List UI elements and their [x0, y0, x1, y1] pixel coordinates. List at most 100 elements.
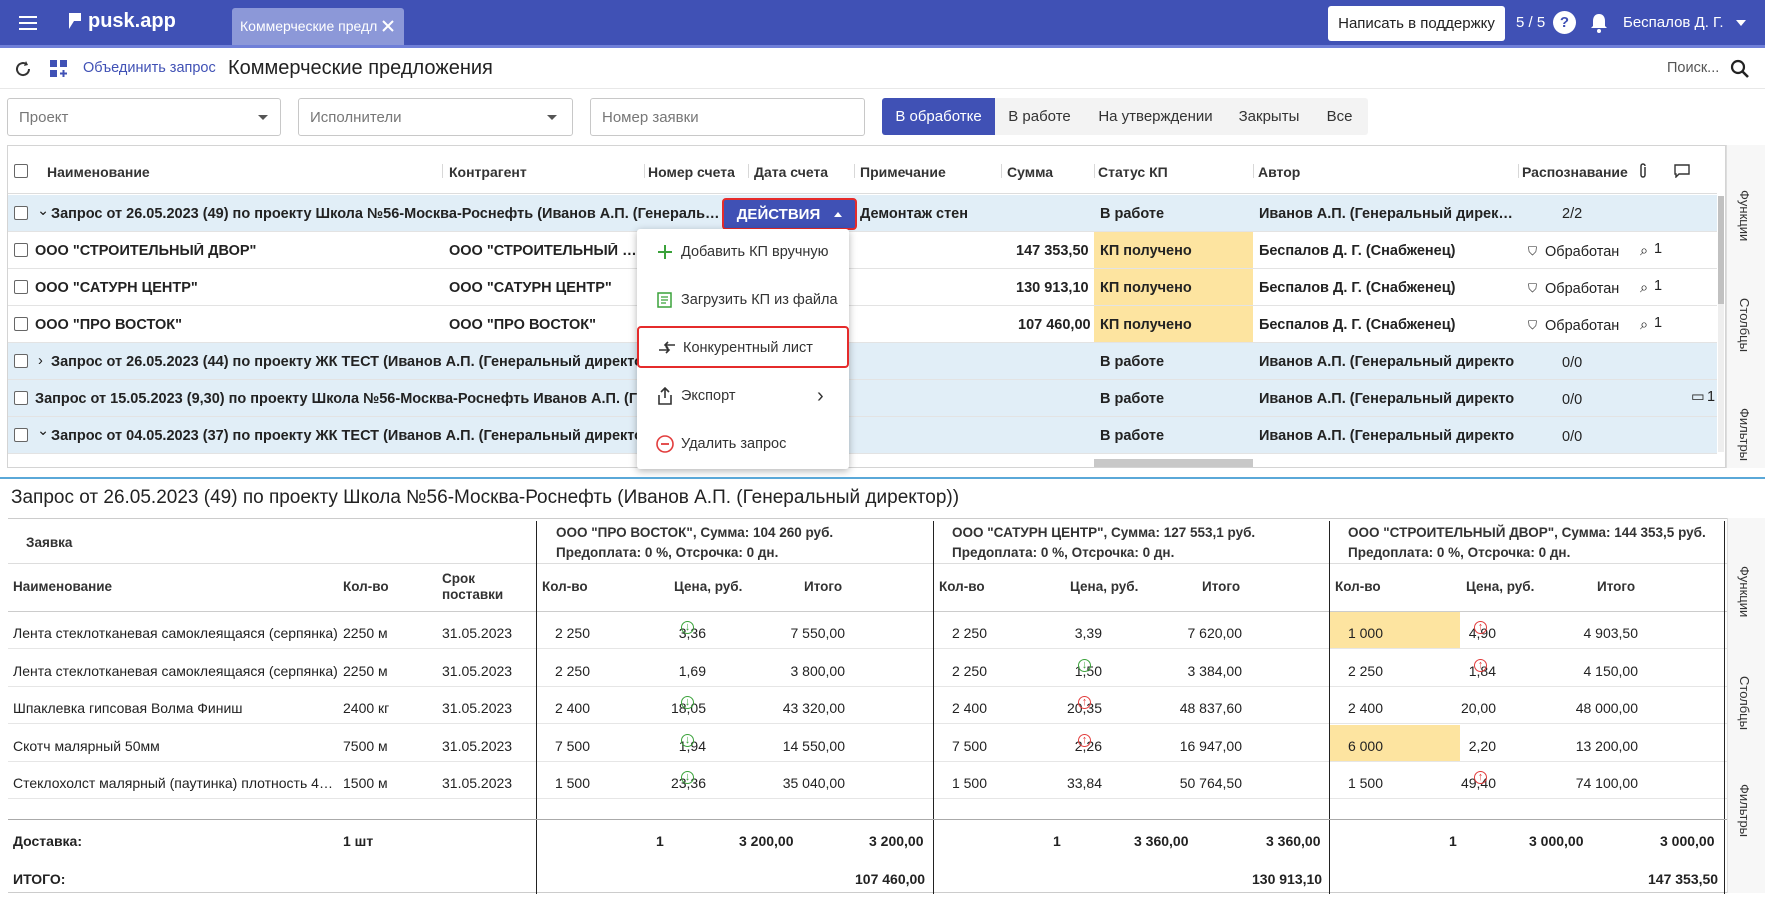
comment-icon[interactable]: ▭	[1691, 389, 1705, 405]
col-author[interactable]: Автор	[1258, 164, 1300, 180]
share-icon	[655, 386, 675, 406]
tab-label: Коммерческие предл	[240, 18, 378, 34]
col-invoice-date[interactable]: Дата счета	[754, 164, 828, 180]
expand-chevron-icon[interactable]: ›	[38, 353, 43, 369]
price-up-icon: ↑	[1474, 658, 1487, 672]
table-row[interactable]: ⌄ Запрос от 26.05.2023 (49) по проекту Ш…	[8, 195, 1717, 232]
row-note: Демонтаж стен	[860, 206, 968, 222]
row-name: Запрос от 26.05.2023 (44) по проекту ЖК …	[51, 354, 642, 370]
search-input[interactable]: Поиск...	[1667, 60, 1719, 76]
segment-in-processing[interactable]: В обработке	[882, 98, 995, 135]
menu-competitive-sheet[interactable]: Конкурентный лист	[637, 326, 849, 368]
segment-in-work[interactable]: В работе	[995, 98, 1084, 135]
table-row[interactable]: Стеклохолст малярный (паутинка) плотност…	[8, 762, 1727, 799]
col-recognition[interactable]: Распознавание	[1522, 164, 1628, 180]
expand-chevron-icon[interactable]: ⌄	[37, 423, 49, 439]
table-row[interactable]: Лента стеклотканевая самоклеящаяся (серп…	[8, 612, 1727, 649]
table-row[interactable]: Скотч малярный 50мм 7500 м 31.05.2023 7 500…	[8, 724, 1727, 762]
vertical-scrollbar-thumb[interactable]	[1718, 196, 1724, 304]
menu-add-offer-manually[interactable]: Добавить КП вручную	[637, 229, 849, 277]
table-row[interactable]: Шпаклевка гипсовая Волма Финиш 2400 кг 31.…	[8, 687, 1727, 724]
segment-closed[interactable]: Закрыты	[1227, 98, 1311, 135]
row-checkbox[interactable]	[14, 391, 28, 405]
comment-icon[interactable]	[1672, 162, 1692, 180]
col-separator	[1001, 164, 1002, 178]
row-checkbox[interactable]	[14, 428, 28, 442]
table-row[interactable]: ООО "САТУРН ЦЕНТР" ООО "САТУРН ЦЕНТР" 13…	[8, 269, 1717, 306]
chevron-down-icon[interactable]	[1735, 19, 1747, 27]
col-sum[interactable]: Сумма	[1007, 164, 1053, 180]
user-name[interactable]: Беспалов Д. Г.	[1623, 14, 1724, 31]
col-note[interactable]: Примечание	[860, 164, 946, 180]
panel-splitter[interactable]	[0, 477, 1765, 479]
segment-approval[interactable]: На утверждении	[1084, 98, 1227, 135]
search-icon[interactable]	[1729, 58, 1751, 80]
price-down-icon: ↓	[681, 733, 694, 747]
menu-load-offer-file[interactable]: Загрузить КП из файла	[637, 277, 849, 325]
supplier-total: 43 320,00	[782, 700, 845, 716]
col-status[interactable]: Статус КП	[1098, 164, 1168, 180]
help-icon[interactable]: ?	[1553, 11, 1576, 34]
row-name: Запрос от 04.05.2023 (37) по проекту ЖК …	[51, 428, 642, 444]
supplier-total: 3 384,00	[1187, 662, 1243, 679]
select-all-checkbox[interactable]	[14, 164, 28, 178]
table-row[interactable]: › Запрос от 26.05.2023 (44) по проекту Ж…	[8, 343, 1717, 380]
supplier-qty: 1 000	[1347, 625, 1383, 641]
supplier-price: 23,36	[670, 775, 706, 791]
expand-chevron-icon[interactable]: ⌄	[37, 203, 49, 219]
row-recognition: 0/0	[1562, 429, 1583, 445]
row-checkbox[interactable]	[14, 206, 28, 220]
executors-select[interactable]: Исполнители	[298, 98, 573, 136]
side-filters-tab[interactable]: Фильтры	[1737, 784, 1752, 837]
col-name[interactable]: Наименование	[47, 164, 150, 180]
project-select[interactable]: Проект	[7, 98, 281, 136]
table-row[interactable]: ⌄ Запрос от 04.05.2023 (37) по проекту Ж…	[8, 417, 1717, 454]
row-checkbox[interactable]	[14, 354, 28, 368]
bell-icon[interactable]	[1588, 11, 1610, 35]
refresh-icon[interactable]	[12, 58, 34, 80]
app-logo[interactable]: pusk.app	[88, 10, 176, 33]
menu-label: Добавить КП вручную	[681, 244, 829, 260]
menu-label: Загрузить КП из файла	[681, 292, 838, 308]
supplier-price: 1,84	[1468, 662, 1496, 679]
request-number-input[interactable]: Номер заявки	[590, 98, 865, 136]
table-row[interactable]: ООО "СТРОИТЕЛЬНЫЙ ДВОР" ООО "СТРОИТЕЛЬНЫ…	[8, 232, 1717, 269]
row-checkbox[interactable]	[14, 317, 28, 331]
price-down-icon: ↓	[681, 621, 694, 634]
actions-button[interactable]: ДЕЙСТВИЯ	[722, 198, 857, 230]
merge-request-icon[interactable]	[48, 58, 70, 80]
supplier-total: 4 903,50	[1583, 625, 1639, 641]
row-checkbox[interactable]	[14, 280, 28, 294]
menu-label: Конкурентный лист	[683, 340, 813, 356]
delivery-value: 3 000,00	[1529, 833, 1584, 849]
close-icon[interactable]	[378, 16, 398, 36]
paperclip-icon[interactable]: ⌕	[1640, 280, 1648, 296]
paperclip-icon[interactable]: ⌕	[1640, 317, 1648, 333]
table-row[interactable]: ООО "ПРО ВОСТОК" ООО "ПРО ВОСТОК" 107 46…	[8, 306, 1717, 343]
check-shield-icon: ⛉	[1528, 318, 1538, 332]
hamburger-menu-icon[interactable]	[16, 12, 40, 34]
table-row[interactable]: Лента стеклотканевая самоклеящаяся (серп…	[8, 650, 1727, 687]
menu-delete-request[interactable]: Удалить запрос	[637, 421, 849, 469]
side-filters-tab[interactable]: Фильтры	[1737, 408, 1752, 461]
col-contractor[interactable]: Контрагент	[449, 164, 527, 180]
segment-all[interactable]: Все	[1311, 98, 1368, 135]
side-functions-tab[interactable]: Функции	[1737, 566, 1752, 617]
horizontal-scrollbar[interactable]	[1094, 459, 1253, 467]
row-status: В работе	[1100, 354, 1165, 370]
merge-request-link[interactable]: Объединить запрос	[83, 60, 216, 76]
paperclip-icon[interactable]: ⌕	[1640, 243, 1648, 259]
side-columns-tab[interactable]: Столбцы	[1737, 298, 1752, 352]
supplier-price: 2,20	[1468, 737, 1496, 754]
side-functions-tab[interactable]: Функции	[1737, 190, 1752, 241]
tab-commercial-offers[interactable]: Коммерческие предл	[232, 8, 404, 45]
toolbar-divider	[0, 88, 1765, 89]
col-invoice-number[interactable]: Номер счета	[648, 164, 735, 180]
attachment-count: 1	[1654, 278, 1663, 294]
menu-export[interactable]: Экспорт ›	[637, 373, 849, 421]
paperclip-icon[interactable]	[1635, 161, 1651, 181]
row-checkbox[interactable]	[14, 243, 28, 257]
side-columns-tab[interactable]: Столбцы	[1737, 676, 1752, 730]
support-button[interactable]: Написать в поддержку	[1328, 6, 1505, 41]
table-row[interactable]: Запрос от 15.05.2023 (9,30) по проекту Ш…	[8, 380, 1717, 417]
